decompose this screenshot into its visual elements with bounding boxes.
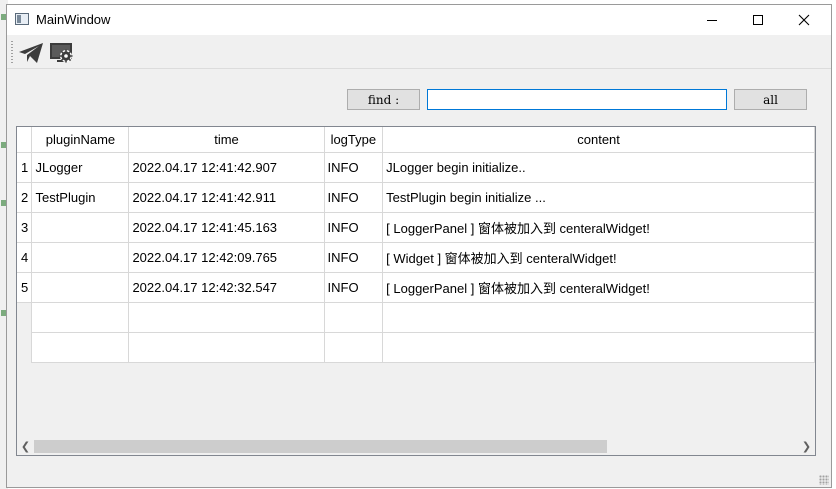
cell-content[interactable]: TestPlugin begin initialize ... [382, 182, 815, 213]
empty-table-row[interactable] [17, 332, 815, 363]
cell-time[interactable]: 2022.04.17 12:41:42.911 [128, 182, 325, 213]
settings-monitor-icon [50, 43, 73, 63]
row-header[interactable]: 5 [17, 272, 33, 303]
resize-grip-icon[interactable] [819, 475, 829, 485]
minimize-button[interactable] [689, 5, 735, 35]
empty-cell[interactable] [324, 302, 384, 333]
minimize-icon [707, 19, 717, 21]
scroll-left-icon[interactable]: ❮ [17, 438, 34, 455]
maximize-button[interactable] [735, 5, 781, 35]
cell-content[interactable]: [ Widget ] 窗体被加入到 centeralWidget! [382, 242, 815, 273]
empty-table-row[interactable] [17, 302, 815, 333]
scrollbar-thumb[interactable] [34, 440, 607, 453]
row-header [17, 332, 33, 362]
column-header-time[interactable]: time [128, 127, 325, 153]
horizontal-scrollbar[interactable]: ❮ ❯ [17, 438, 815, 455]
search-input[interactable] [427, 89, 727, 110]
settings-tool-button[interactable] [48, 39, 76, 67]
column-header-logtype[interactable]: logType [324, 127, 384, 153]
scroll-right-icon[interactable]: ❯ [798, 438, 815, 455]
close-icon [798, 14, 810, 26]
row-header[interactable]: 2 [17, 182, 33, 213]
table-row[interactable]: 2 TestPlugin 2022.04.17 12:41:42.911 INF… [17, 182, 815, 213]
table-row[interactable]: 3 2022.04.17 12:41:45.163 INFO [ LoggerP… [17, 212, 815, 243]
cell-time[interactable]: 2022.04.17 12:41:42.907 [128, 152, 325, 183]
row-header [17, 302, 33, 332]
row-header[interactable]: 3 [17, 212, 33, 243]
table-corner-button[interactable] [17, 127, 33, 153]
cell-logtype[interactable]: INFO [324, 212, 384, 243]
column-header-content[interactable]: content [382, 127, 815, 153]
window-title: MainWindow [36, 12, 111, 27]
table-header-row: pluginName time logType content [17, 127, 815, 153]
row-header[interactable]: 4 [17, 242, 33, 273]
search-bar: find : all [7, 69, 831, 125]
toolbar-grip[interactable] [11, 41, 13, 63]
cell-pluginname[interactable]: TestPlugin [31, 182, 130, 213]
send-tool-button[interactable] [17, 39, 45, 67]
table-row[interactable]: 5 2022.04.17 12:42:32.547 INFO [ LoggerP… [17, 272, 815, 303]
cell-logtype[interactable]: INFO [324, 242, 384, 273]
cell-pluginname[interactable]: JLogger [31, 152, 130, 183]
cell-logtype[interactable]: INFO [324, 152, 384, 183]
maximize-icon [753, 15, 763, 25]
find-label: find : [347, 89, 420, 110]
column-header-pluginname[interactable]: pluginName [31, 127, 130, 153]
toolbar [7, 35, 831, 69]
cell-time[interactable]: 2022.04.17 12:41:45.163 [128, 212, 325, 243]
cell-time[interactable]: 2022.04.17 12:42:09.765 [128, 242, 325, 273]
row-header[interactable]: 1 [17, 152, 33, 183]
cell-content[interactable]: [ LoggerPanel ] 窗体被加入到 centeralWidget! [382, 212, 815, 243]
empty-cell[interactable] [382, 332, 815, 363]
app-window-icon [15, 13, 29, 25]
log-table: pluginName time logType content 1 JLogge… [16, 126, 816, 456]
table-row[interactable]: 1 JLogger 2022.04.17 12:41:42.907 INFO J… [17, 152, 815, 183]
cell-pluginname[interactable] [31, 242, 130, 273]
empty-cell[interactable] [128, 302, 325, 333]
cell-time[interactable]: 2022.04.17 12:42:32.547 [128, 272, 325, 303]
empty-cell[interactable] [128, 332, 325, 363]
title-bar[interactable]: MainWindow [7, 5, 831, 35]
empty-cell[interactable] [31, 332, 130, 363]
cell-pluginname[interactable] [31, 212, 130, 243]
empty-cell[interactable] [324, 332, 384, 363]
empty-cell[interactable] [31, 302, 130, 333]
show-all-button[interactable]: all [734, 89, 807, 110]
empty-cell[interactable] [382, 302, 815, 333]
cell-logtype[interactable]: INFO [324, 272, 384, 303]
cell-content[interactable]: JLogger begin initialize.. [382, 152, 815, 183]
main-window: MainWindow find: all pluginName time lo… [6, 4, 832, 488]
cell-logtype[interactable]: INFO [324, 182, 384, 213]
close-button[interactable] [781, 5, 827, 35]
cell-content[interactable]: [ LoggerPanel ] 窗体被加入到 centeralWidget! [382, 272, 815, 303]
paper-plane-icon [19, 43, 43, 63]
log-table-grid: pluginName time logType content 1 JLogge… [17, 127, 815, 363]
table-row[interactable]: 4 2022.04.17 12:42:09.765 INFO [ Widget … [17, 242, 815, 273]
cell-pluginname[interactable] [31, 272, 130, 303]
